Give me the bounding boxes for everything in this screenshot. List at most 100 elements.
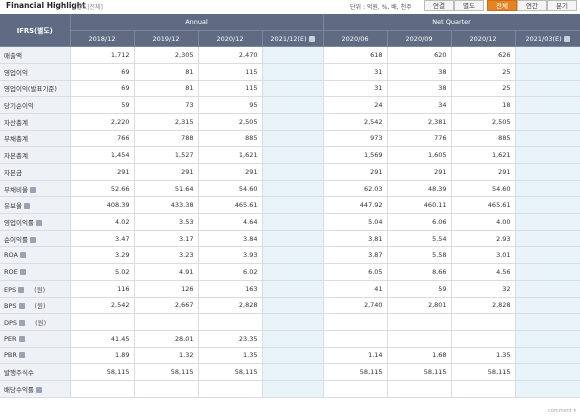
- comment-toggle[interactable]: comment ▾: [548, 408, 576, 414]
- quarter-cell: 31: [323, 63, 388, 81]
- table-row: 영업이익률 4.02 3.53 4.64 5.04 6.06 4.00: [0, 213, 580, 231]
- info-icon[interactable]: [18, 352, 25, 359]
- annual-cell: [262, 46, 324, 64]
- quarter-cell: [515, 363, 580, 381]
- estimate-info-icon[interactable]: [308, 35, 315, 42]
- row-label: PBR: [0, 347, 71, 365]
- row-label-text: 영업이익(발표기준): [4, 85, 57, 94]
- row-label: 영업이익(발표기준): [0, 80, 71, 98]
- quarter-cell: 460.11: [387, 196, 452, 215]
- quarter-cell: 34: [387, 96, 452, 114]
- table-row: 영업이익(발표기준) 69 81 115 31 38 25: [0, 80, 580, 98]
- info-icon[interactable]: [18, 303, 25, 310]
- quarter-cell: 885: [451, 130, 516, 148]
- table-row: PER 41.45 28.01 23.35: [0, 330, 580, 348]
- row-label-text: EPS: [4, 285, 17, 294]
- annual-cell: 115: [198, 63, 263, 81]
- annual-cell: 433.38: [134, 196, 199, 215]
- row-label: 영업이익률: [0, 213, 71, 231]
- quarter-group-header: Net Quarter: [323, 14, 580, 32]
- unit-note: 단위 : 억원, %, 배, 천주: [350, 4, 412, 11]
- annual-cell: [262, 146, 324, 164]
- quarter-cell: 1.35: [451, 347, 516, 365]
- all-button[interactable]: 전체: [487, 0, 517, 11]
- quarter-cell: 5.04: [323, 213, 388, 231]
- annual-cell: 788: [134, 130, 199, 148]
- row-label: 자본금: [0, 163, 71, 181]
- row-label: ROA: [0, 246, 71, 265]
- info-icon[interactable]: [35, 386, 42, 393]
- annual-cell: 2,505: [198, 113, 263, 131]
- annual-cell: 4.64: [198, 213, 263, 231]
- info-icon[interactable]: [18, 335, 25, 342]
- info-icon[interactable]: [29, 236, 36, 243]
- annual-cell: 3.47: [70, 230, 135, 248]
- info-icon[interactable]: [29, 186, 36, 193]
- quarter-cell: 2,828: [451, 297, 516, 315]
- table-row: ROA 3.29 3.23 3.93 3.87 5.58 3.01: [0, 246, 580, 265]
- table-row: BPS (원) 2,542 2,667 2,828 2,740 2,801 2,828: [0, 297, 580, 315]
- annual-cell: [262, 113, 324, 131]
- annual-cell: 5.02: [70, 263, 135, 281]
- row-label-text: PBR: [4, 351, 17, 360]
- row-label: 영업이익: [0, 63, 71, 81]
- info-icon[interactable]: [19, 268, 26, 275]
- quarter-cell: 447.92: [323, 196, 388, 215]
- annual-cell: [262, 246, 324, 265]
- quarter-cell: 48.39: [387, 180, 452, 198]
- annual-cell: 2,828: [198, 297, 263, 315]
- row-label: 매출액: [0, 46, 71, 64]
- annual-cell: [262, 63, 324, 81]
- consolidated-button[interactable]: 연결: [424, 0, 454, 11]
- quarter-cell: [515, 180, 580, 198]
- quarter-cell: [515, 213, 580, 231]
- table-row: 자본총계 1,454 1,527 1,621 1,569 1,605 1,621: [0, 146, 580, 164]
- quarter-cell: [515, 380, 580, 398]
- estimate-info-icon[interactable]: [563, 35, 570, 42]
- annual-cell: [70, 380, 135, 398]
- quarter-cell: 2,801: [387, 297, 452, 315]
- info-icon[interactable]: [18, 286, 25, 293]
- quarter-cell: [515, 113, 580, 131]
- row-label: 당기순이익: [0, 96, 71, 114]
- separate-button[interactable]: 별도: [454, 0, 484, 11]
- annual-cell: 766: [70, 130, 135, 148]
- annual-cell: 2,315: [134, 113, 199, 131]
- annual-cell: 2,542: [70, 297, 135, 315]
- annual-cell: [262, 180, 324, 198]
- quarter-cell: [515, 80, 580, 98]
- row-label-text: 자산총계: [4, 118, 28, 127]
- info-icon[interactable]: [19, 320, 26, 327]
- quarter-cell: [515, 297, 580, 315]
- quarter-button[interactable]: 분기: [547, 0, 577, 11]
- row-label: ROE: [0, 263, 71, 281]
- quarter-cell: 25: [451, 80, 516, 98]
- row-label: 자본총계: [0, 146, 71, 164]
- annual-cell: [262, 96, 324, 114]
- quarter-cell: 62.03: [323, 180, 388, 198]
- annual-col-header: 2018/12: [70, 30, 135, 48]
- info-icon[interactable]: [19, 252, 26, 259]
- annual-group-header: Annual: [70, 14, 324, 32]
- annual-cell: 126: [134, 280, 199, 298]
- annual-col-header: 2021/12(E): [262, 30, 324, 48]
- info-icon[interactable]: [23, 203, 30, 210]
- annual-cell: 3.23: [134, 246, 199, 265]
- quarter-cell: 2,505: [451, 113, 516, 131]
- table-row: ROE 5.02 4.91 6.02 6.05 8.66 4.56: [0, 263, 580, 281]
- quarter-cell: [515, 263, 580, 281]
- annual-cell: [198, 313, 263, 331]
- annual-cell: [262, 263, 324, 281]
- annual-cell: [262, 313, 324, 331]
- quarter-cell: [387, 330, 452, 348]
- table-row: 순이익률 3.47 3.17 3.84 3.81 5.54 2.93: [0, 230, 580, 248]
- quarter-cell: 58,115: [451, 363, 516, 381]
- quarter-cell: 620: [387, 46, 452, 64]
- quarter-cell: 1.14: [323, 347, 388, 365]
- annual-cell: [262, 363, 324, 381]
- annual-cell: 81: [134, 63, 199, 81]
- table-row: 부채총계 766 788 885 973 776 885: [0, 130, 580, 148]
- quarter-cell: 626: [451, 46, 516, 64]
- annual-button[interactable]: 연간: [517, 0, 547, 11]
- info-icon[interactable]: [35, 219, 42, 226]
